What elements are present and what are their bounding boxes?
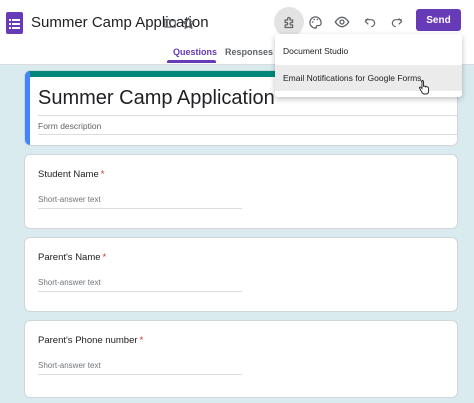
- title-divider: [38, 115, 457, 116]
- folder-icon[interactable]: [160, 13, 180, 33]
- answer-underline: [38, 374, 242, 375]
- addons-menu: Document Studio Email Notifications for …: [275, 34, 462, 97]
- star-icon[interactable]: [178, 13, 198, 33]
- form-title-field[interactable]: Summer Camp Application: [38, 87, 275, 110]
- question-card[interactable]: Parent's Phone number * Short-answer text: [24, 320, 458, 398]
- undo-icon[interactable]: [355, 7, 385, 37]
- required-asterisk: *: [100, 169, 105, 180]
- tab-questions[interactable]: Questions: [173, 47, 217, 57]
- active-tab-indicator: [167, 60, 216, 63]
- description-divider: [38, 134, 457, 135]
- short-answer-placeholder: Short-answer text: [38, 195, 101, 204]
- short-answer-placeholder: Short-answer text: [38, 278, 101, 287]
- answer-underline: [38, 291, 242, 292]
- required-asterisk: *: [102, 252, 107, 263]
- question-title: Student Name *: [38, 169, 105, 180]
- required-asterisk: *: [139, 335, 144, 346]
- forms-logo-icon[interactable]: [6, 12, 23, 34]
- answer-underline: [38, 208, 242, 209]
- menu-item-document-studio[interactable]: Document Studio: [275, 38, 462, 64]
- tab-responses[interactable]: Responses: [225, 47, 273, 57]
- send-button[interactable]: Send: [416, 9, 461, 31]
- eye-preview-icon[interactable]: [327, 7, 357, 37]
- question-title: Parent's Name *: [38, 252, 107, 263]
- redo-icon[interactable]: [382, 7, 412, 37]
- selected-card-indicator: [25, 71, 30, 145]
- form-description-field[interactable]: Form description: [38, 121, 101, 131]
- menu-item-email-notifications[interactable]: Email Notifications for Google Forms: [275, 65, 462, 91]
- short-answer-placeholder: Short-answer text: [38, 361, 101, 370]
- question-card[interactable]: Student Name * Short-answer text: [24, 154, 458, 229]
- palette-icon[interactable]: [300, 7, 330, 37]
- question-card[interactable]: Parent's Name * Short-answer text: [24, 237, 458, 312]
- pointer-cursor-icon: [418, 80, 430, 100]
- question-title: Parent's Phone number *: [38, 335, 144, 346]
